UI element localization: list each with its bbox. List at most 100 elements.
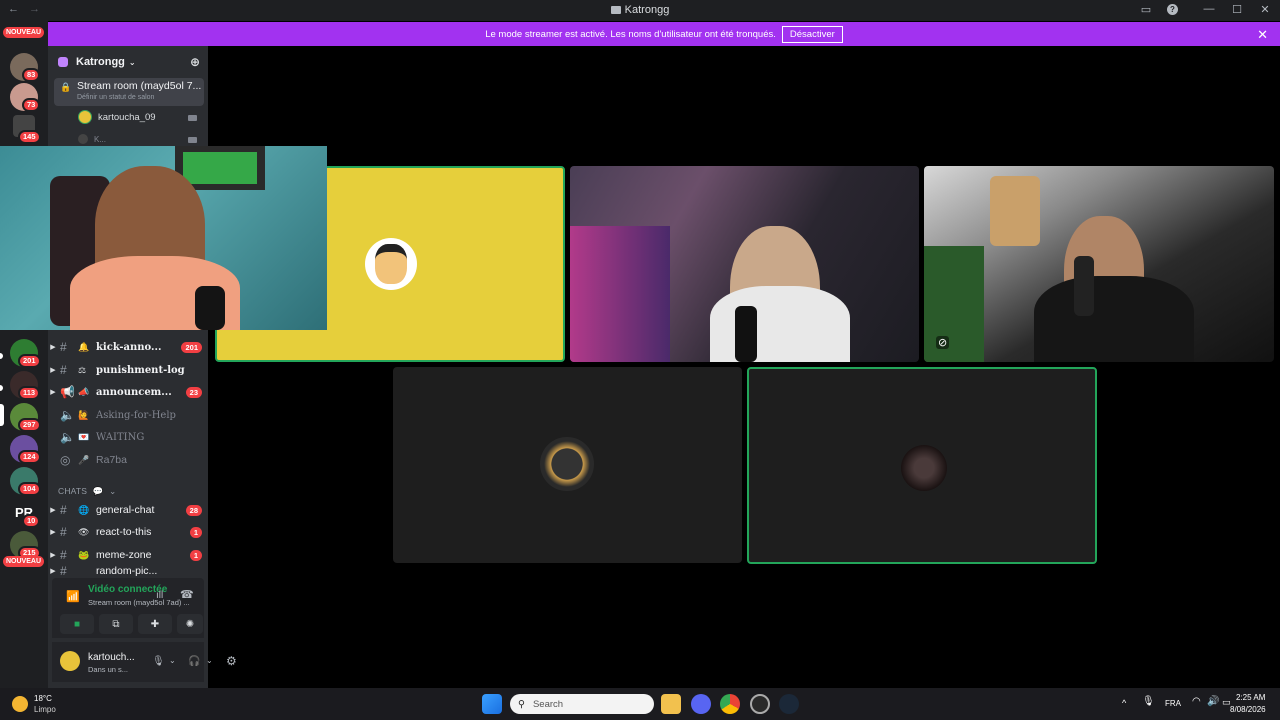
voice-user[interactable]: K... <box>78 134 106 144</box>
channel-label: random-pic... <box>96 566 158 576</box>
stream-room-status[interactable]: Définir un statut de salon <box>77 94 154 101</box>
server-badge: 145 <box>18 130 41 144</box>
noise-suppression-icon[interactable]: ıll <box>156 590 163 601</box>
server-badge: 113 <box>18 386 41 400</box>
discord-icon[interactable] <box>691 694 711 714</box>
guild-icon <box>58 57 68 67</box>
channel-emoji: 👁 <box>78 526 90 537</box>
avatar[interactable] <box>60 651 80 671</box>
mention-badge: 23 <box>185 386 202 398</box>
channel-meme-zone[interactable]: ▶ # 🐸 meme-zone 1 <box>48 545 208 565</box>
category-label: CHATS <box>58 486 88 496</box>
title-bar: ← → Katrongg ▭ ? — ☐ ✕ <box>0 0 1280 21</box>
chevron-right-icon: ▶ <box>50 389 56 396</box>
disable-streamer-button[interactable]: Désactiver <box>781 25 843 43</box>
channel-label: Asking-for-Help <box>96 409 176 421</box>
chrome-icon[interactable] <box>720 694 740 714</box>
close-banner-icon[interactable]: ✕ <box>1257 27 1268 43</box>
camera-button[interactable]: ■ <box>60 614 94 634</box>
guild-header[interactable]: Katrongg ⌄ ⊕ <box>48 46 208 78</box>
guild-name: Katrongg <box>76 56 125 68</box>
streamer-mode-banner: Le mode streamer est activé. Les noms d'… <box>48 22 1280 46</box>
channel-ra7ba[interactable]: ◎ 🎤 Ra7ba <box>48 450 208 470</box>
obs-icon[interactable] <box>750 694 770 714</box>
search-icon: ⚲ <box>518 698 525 710</box>
weather-temp[interactable]: 18°C <box>34 694 52 703</box>
new-badge: NOUVEAU <box>3 27 45 38</box>
screen-share-button[interactable]: ⧉ <box>99 614 133 634</box>
server-badge: 104 <box>18 482 41 496</box>
clock-date[interactable]: 8/08/2026 <box>1230 705 1266 714</box>
video-tile-avatar-4[interactable] <box>393 367 742 563</box>
chevron-right-icon: ▶ <box>50 568 56 575</box>
chevron-down-icon: ⌄ <box>109 486 117 496</box>
voice-user[interactable]: kartoucha_09 <box>78 110 156 124</box>
video-tile-avatar-5[interactable] <box>747 367 1097 564</box>
unread-pill <box>0 353 3 359</box>
channel-punishment-log[interactable]: ▶ # ⚖ punishment-log <box>48 360 208 380</box>
file-explorer-icon[interactable] <box>661 694 681 714</box>
server-rail: NOUVEAU 83 73 145 201 113 297 124 104 PR… <box>0 21 48 688</box>
volume-icon[interactable]: 🔊 <box>1207 696 1219 707</box>
channel-asking-for-help[interactable]: 🔈 🙋 Asking-for-Help <box>48 405 208 425</box>
channel-label: kick-anno... <box>96 341 162 353</box>
wifi-icon[interactable]: ◠ <box>1192 696 1201 707</box>
chevron-down-icon: ⌄ <box>128 57 136 67</box>
video-tile-camera-3[interactable]: ⊘ <box>924 166 1274 362</box>
windows-start-icon[interactable] <box>482 694 502 714</box>
channel-kick-announcements[interactable]: ▶ # 🔔 kick-anno... 201 <box>48 337 208 357</box>
clock-time[interactable]: 2:25 AM <box>1236 693 1265 702</box>
activities-button[interactable]: ✚ <box>138 614 172 634</box>
weather-moon-icon[interactable] <box>12 696 28 712</box>
chevron-up-icon[interactable]: ^ <box>1122 698 1126 708</box>
minimize-icon[interactable]: — <box>1202 2 1216 16</box>
inbox-icon[interactable]: ▭ <box>1139 2 1153 16</box>
channel-general-chat[interactable]: ▶ # 🌐 general-chat 28 <box>48 500 208 520</box>
mention-badge: 1 <box>189 549 202 561</box>
server-badge: 124 <box>18 450 41 464</box>
disconnect-icon[interactable]: ☎ <box>180 588 194 601</box>
taskbar-search[interactable]: ⚲ Search <box>510 694 654 714</box>
video-tile-camera-2[interactable] <box>570 166 919 362</box>
camera-icon <box>188 137 197 143</box>
voice-user-name: kartoucha_09 <box>98 111 156 123</box>
microphone <box>195 286 225 330</box>
channel-waiting[interactable]: 🔈 💌 WAITING <box>48 427 208 447</box>
channel-emoji: 🙋 <box>78 409 90 420</box>
channel-random-pic[interactable]: ▶ # random-pic... <box>48 566 208 576</box>
chevron-down-icon[interactable]: ⌄ <box>206 656 213 665</box>
username[interactable]: kartouch... <box>88 652 135 663</box>
invite-icon[interactable]: ⊕ <box>190 55 200 69</box>
close-window-icon[interactable]: ✕ <box>1258 2 1272 16</box>
search-placeholder: Search <box>532 698 564 710</box>
server-badge: 83 <box>22 68 41 82</box>
stream-room-name: Stream room (mayd5ol 7... <box>77 80 202 92</box>
language-indicator[interactable]: FRA <box>1165 699 1181 708</box>
voice-channel-link[interactable]: Stream room (mayd5ol 7ad) ... <box>88 598 190 607</box>
help-icon[interactable]: ? <box>1167 3 1178 15</box>
facecam-overlay <box>0 146 327 330</box>
voice-channel-stream-room[interactable]: 🔒 Stream room (mayd5ol 7... Définir un s… <box>54 78 204 106</box>
channel-announcements[interactable]: ▶ 📢 📣 announcem... 23 <box>48 382 208 402</box>
channel-emoji: ⚖ <box>78 364 87 375</box>
server-badge: 297 <box>18 418 41 432</box>
microphone-icon[interactable]: 🎙 <box>152 656 165 667</box>
category-chats[interactable]: CHATS 💬 ⌄ <box>58 486 116 497</box>
settings-gear-icon[interactable]: ⚙ <box>226 654 237 668</box>
headphones-icon[interactable]: 🎧 <box>188 656 200 667</box>
channel-label: Ra7ba <box>96 454 127 466</box>
channel-emoji: 📣 <box>78 386 90 397</box>
channel-sidebar: Katrongg ⌄ ⊕ 🔒 Stream room (mayd5ol 7...… <box>48 46 237 688</box>
signal-icon[interactable]: 📶 <box>66 590 80 603</box>
steam-icon[interactable] <box>779 694 799 714</box>
microphone-icon[interactable]: 🎙 <box>1142 696 1155 707</box>
hash-icon: # <box>60 566 67 576</box>
channel-label: general-chat <box>96 504 155 516</box>
hide-video-icon[interactable]: ⊘ <box>936 336 950 349</box>
soundboard-button[interactable]: ✺ <box>177 614 203 634</box>
avatar <box>540 437 594 491</box>
channel-react-to-this[interactable]: ▶ # 👁 react-to-this 1 <box>48 522 208 542</box>
maximize-icon[interactable]: ☐ <box>1230 2 1244 16</box>
chevron-down-icon[interactable]: ⌄ <box>169 656 176 665</box>
activities-icon: ✚ <box>150 618 160 630</box>
